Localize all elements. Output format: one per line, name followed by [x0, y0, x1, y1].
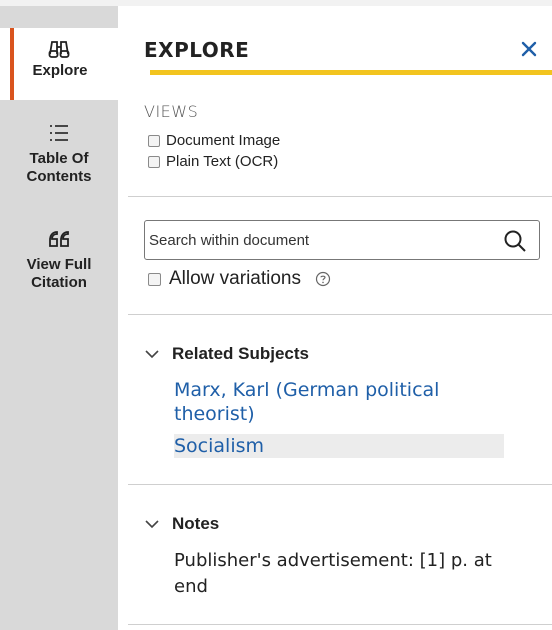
rail-label-table-of-contents: Table Of Contents — [26, 150, 92, 185]
rail-item-view-full-citation[interactable]: View Full Citation — [0, 228, 118, 292]
notes-text: Publisher's advertisement: [1] p. at end — [174, 550, 492, 597]
allow-variations-option[interactable]: Allow variations — [148, 268, 331, 290]
subject-link-socialism[interactable]: Socialism — [174, 434, 504, 458]
chevron-down-icon — [145, 520, 159, 529]
rail-label-explore: Explore — [32, 62, 88, 79]
panel-title: EXPLORE — [144, 38, 250, 62]
search-input[interactable] — [149, 227, 489, 253]
close-icon[interactable] — [518, 38, 540, 60]
title-underline — [150, 70, 552, 75]
allow-variations-checkbox[interactable] — [148, 272, 161, 286]
rail-item-explore[interactable]: Explore — [0, 28, 118, 100]
related-subjects-heading: Related Subjects — [172, 344, 309, 363]
divider — [128, 196, 552, 197]
quote-icon — [49, 231, 69, 247]
subject-link-marx[interactable]: Marx, Karl (German political theorist) — [174, 378, 474, 426]
plain-text-checkbox[interactable] — [148, 155, 160, 168]
allow-variations-label: Allow variations — [169, 268, 301, 289]
divider — [128, 314, 552, 315]
search-icon[interactable] — [503, 229, 527, 253]
chevron-down-icon — [145, 350, 159, 359]
list-icon — [50, 125, 68, 141]
rail-item-table-of-contents[interactable]: Table Of Contents — [0, 122, 118, 186]
notes-toggle[interactable]: Notes — [144, 514, 219, 534]
document-image-label: Document Image — [166, 132, 281, 149]
related-subjects-toggle[interactable]: Related Subjects — [144, 344, 309, 364]
plain-text-label: Plain Text (OCR) — [166, 153, 279, 170]
divider — [128, 484, 552, 485]
search-box — [144, 220, 540, 260]
help-icon[interactable] — [315, 271, 331, 287]
divider — [128, 624, 552, 625]
document-image-checkbox[interactable] — [148, 134, 160, 147]
explore-panel: EXPLORE VIEWS Document Image Plain Text … — [118, 6, 552, 630]
side-rail: Explore Table Of Contents View Full Cita… — [0, 6, 118, 630]
view-option-plain-text[interactable]: Plain Text (OCR) — [148, 153, 278, 170]
active-indicator — [10, 28, 14, 100]
view-option-document-image[interactable]: Document Image — [148, 132, 280, 149]
rail-label-view-full-citation: View Full Citation — [26, 256, 92, 291]
views-heading: VIEWS — [144, 102, 199, 121]
notes-heading: Notes — [172, 514, 220, 533]
binoculars-icon — [48, 41, 70, 58]
